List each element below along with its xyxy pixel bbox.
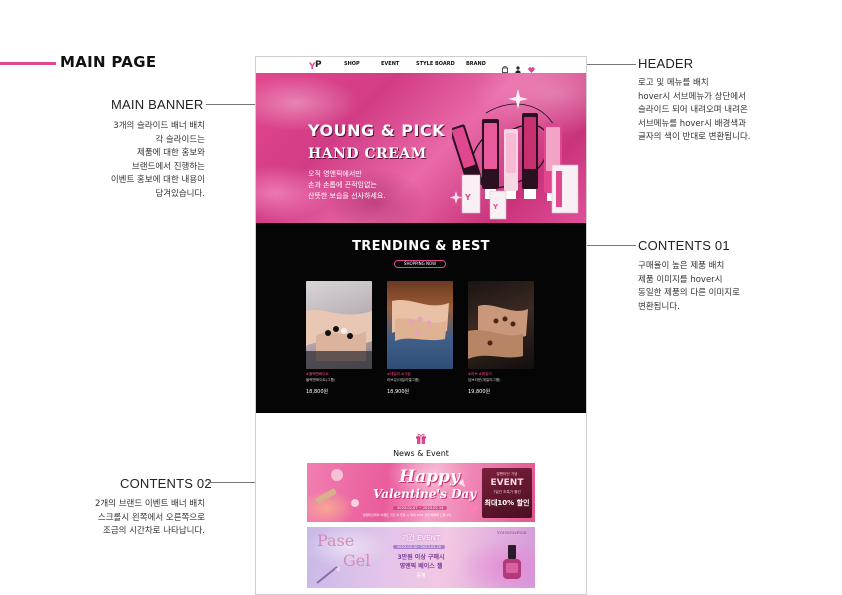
svg-text:Y: Y	[492, 203, 499, 211]
svg-text:Y: Y	[464, 193, 471, 202]
nav-item-event[interactable]: EVENT	[381, 61, 416, 67]
event-headline: 기간 EVENT	[401, 534, 441, 542]
product-card[interactable]: #데일리 #그림 러브유(데일리젤그룹) 18,900원	[387, 281, 453, 395]
product-card[interactable]: #블랙앤화이트 블랙앤화이트(그룹) 18,800원	[306, 281, 372, 395]
product-image[interactable]	[468, 281, 534, 369]
title-accent-line	[0, 62, 56, 65]
gift-icon	[416, 433, 426, 444]
annotation-title: MAIN BANNER	[111, 97, 204, 112]
nav-item-style-board[interactable]: STYLE BOARD	[416, 61, 466, 67]
connector-line	[586, 245, 636, 246]
main-banner[interactable]: YOUNG & PICK HAND CREAM 오직 영앤픽에서만 손과 손톱에…	[256, 73, 586, 223]
product-image[interactable]	[306, 281, 372, 369]
trending-title: TRENDING & BEST	[352, 239, 490, 254]
hand-cream-products-image: Y Y	[452, 113, 579, 220]
event-headline: Happy	[399, 467, 460, 487]
nav-item-brand[interactable]: BRAND	[466, 61, 496, 67]
annotation-body: 구매율이 높은 제품 배치 제품 이미지를 hover시 동일한 제품의 다른 …	[638, 261, 740, 312]
event-fineprint: 발렌타인데이 이벤트 기간 내 주문 시 최대 10% 할인 혜택을 드립니다	[363, 513, 451, 517]
annotation-title: HEADER	[638, 56, 694, 71]
annotation-body: 2개의 브랜드 이벤트 배너 배치 스크롤시 왼쪽에서 오른쪽으로 조금의 시간…	[94, 499, 205, 536]
yp-logo[interactable]: Y P	[308, 58, 324, 72]
base-gel-event-banner[interactable]: Pase Gel YOUNG&PICK 기간 EVENT 2023.03.10~…	[307, 527, 535, 588]
event-date: 2023.03.10~2023.03.20	[393, 545, 446, 549]
annotation-title: CONTENTS 02	[120, 476, 212, 491]
trending-best-section: TRENDING & BEST SHOPPING NOW #블랙앤화이트 블랙앤…	[256, 223, 586, 413]
product-card[interactable]: #러브 #데일리 딥브라운(데일리그룹) 19,800원	[468, 281, 534, 395]
event-discount-box: 발렌타인 기념 EVENT 7일간 초특가 할인 최대10% 할인	[482, 468, 532, 518]
nav-item-shop[interactable]: SHOP	[344, 61, 381, 67]
banner-subtitle: HAND CREAM	[308, 146, 427, 162]
nail-gel-bottle-image	[503, 545, 521, 579]
product-image[interactable]	[387, 281, 453, 369]
shopping-now-button[interactable]: SHOPPING NOW	[394, 260, 446, 268]
site-header: Y P SHOP EVENT STYLE BOARD BRAND	[256, 57, 586, 73]
valentine-event-banner[interactable]: Happy Valentine's Day 2023.02.07 ~ 2023.…	[307, 463, 535, 522]
event-subheadline: Valentine's Day	[373, 487, 477, 501]
banner-title: YOUNG & PICK	[308, 121, 446, 140]
event-date: 2023.02.07 ~ 2023.02.14	[393, 506, 448, 510]
annotation-body: 3개의 슬라이드 배너 배치 각 슬라이드는 제품에 대한 홍보와 브랜드에서 …	[110, 121, 205, 199]
annotation-body: 로고 및 메뉴를 배치 hover시 서브메뉴가 상단에서 슬라이드 되어 내려…	[638, 78, 751, 142]
svg-text:P: P	[315, 60, 322, 70]
brush-decoration	[316, 566, 341, 584]
news-event-title: News & Event	[393, 449, 449, 458]
main-nav: SHOP EVENT STYLE BOARD BRAND	[344, 61, 496, 67]
page-mockup: Y P SHOP EVENT STYLE BOARD BRAND YOUNG &…	[255, 56, 587, 595]
annotation-title: CONTENTS 01	[638, 238, 730, 253]
page-title: MAIN PAGE	[60, 53, 157, 71]
banner-copy: 오직 영앤픽에서만 손과 손톱에 끈적임없는 산뜻한 보습을 선사하세요.	[308, 170, 386, 200]
